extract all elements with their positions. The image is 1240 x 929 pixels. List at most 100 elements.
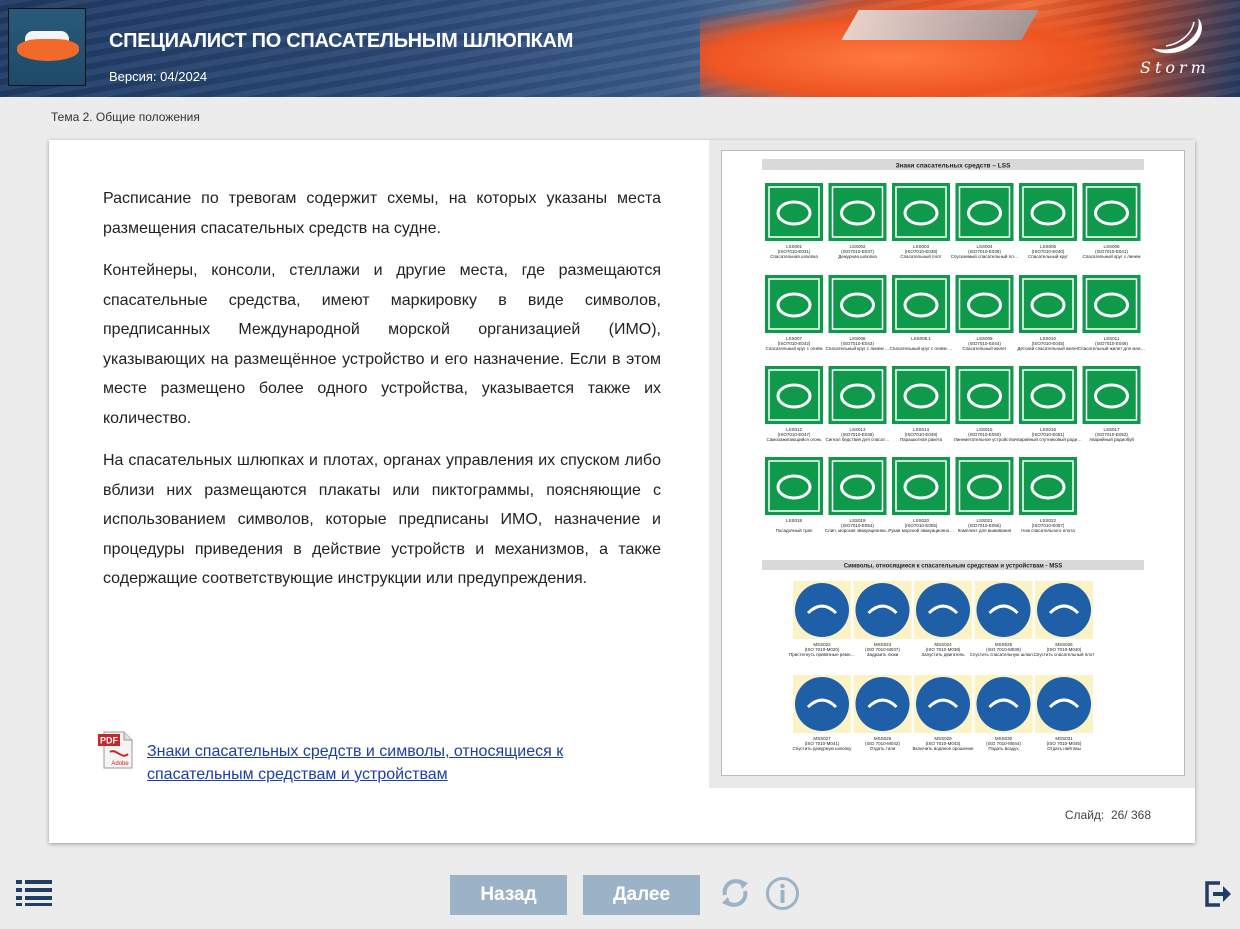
lss-sign-name: Слип, морская эвакуационна… xyxy=(825,528,890,533)
lss-sign-icon xyxy=(1019,457,1077,515)
lss-sign-name: Сигнал бедствия для спасат… xyxy=(825,437,889,442)
course-thumbnail xyxy=(8,8,86,86)
lss-sign-name: Спускаемый спасательный пл… xyxy=(951,253,1019,259)
lss-sign-icon xyxy=(955,183,1014,241)
mss-sign-name: Подать воздух xyxy=(988,746,1019,751)
lss-sign-icon xyxy=(955,275,1014,333)
paragraph: Контейнеры, консоли, стеллажи и другие м… xyxy=(103,262,661,427)
lss-sign-icon xyxy=(1019,183,1077,241)
slide-counter-total: 368 xyxy=(1130,808,1151,822)
mss-sign-icon xyxy=(855,583,910,637)
pdf-document-link[interactable]: Знаки спасательных средств и символы, от… xyxy=(147,740,667,786)
lss-sign-name: Рукав морской эвакуационно… xyxy=(888,527,954,533)
lss-sign-icon xyxy=(1019,366,1077,424)
lss-sign-name: Спасательный жилет xyxy=(962,345,1006,351)
mss-sign-icon xyxy=(855,677,910,731)
lss-sign-name: Дежурная шлюпка xyxy=(838,254,877,259)
pdf-icon-sublabel: Adobe xyxy=(111,761,129,767)
slide-text: Расписание по тревогам содержит схемы, н… xyxy=(103,184,661,607)
lss-sign-name: Спасательный плот xyxy=(900,253,941,259)
lss-sign-name: Аварийный спутниковый ради… xyxy=(1014,436,1081,442)
lss-sign-icon xyxy=(828,457,887,515)
lss-sign-name: Нож спасательного плота xyxy=(1021,528,1075,533)
signs-sheet-page: Знаки спасательных средств – LSS LSS001 (I… xyxy=(721,150,1185,776)
lss-sign-icon xyxy=(765,275,823,333)
lss-sign-icon xyxy=(1019,275,1077,333)
lss-sign-name: Спасательный круг с огнём xyxy=(766,345,823,351)
lss-sign-icon xyxy=(892,366,950,424)
lss-sign-icon xyxy=(765,183,823,241)
mss-sign-name: Задраить люки xyxy=(867,652,899,657)
mss-sign-icon xyxy=(916,677,970,731)
breadcrumb: Тема 2. Общие положения xyxy=(51,110,200,124)
lss-sign-icon xyxy=(828,275,887,333)
mss-sign-name: Включить водяное орошение xyxy=(912,746,974,751)
lss-sign-name: Парашютная ракета xyxy=(900,437,943,442)
lss-sign-name: Посадочный трап xyxy=(776,527,813,533)
lss-sign-name: Самозажигающийся огонь xyxy=(767,436,823,442)
lss-sign-code: LSS018 xyxy=(786,518,803,523)
back-button[interactable]: Назад xyxy=(450,875,567,915)
mss-sign-name: Спустить дежурную шлюпку xyxy=(793,746,853,751)
lss-sign-icon xyxy=(1082,183,1141,241)
paragraph: Расписание по тревогам содержит схемы, н… xyxy=(103,190,661,237)
lss-sign-name: Спасательная шлюпка xyxy=(770,254,818,259)
lss-sign-icon xyxy=(892,183,950,241)
lss-sign-icon xyxy=(765,366,823,424)
lss-sign-icon xyxy=(892,275,950,333)
slide-counter: Слайд: 26/ 368 xyxy=(1064,808,1151,822)
mss-sign-icon xyxy=(795,677,849,731)
lss-sign-icon xyxy=(765,457,823,515)
course-title: СПЕЦИАЛИСТ ПО СПАСАТЕЛЬНЫМ ШЛЮПКАМ xyxy=(109,30,574,52)
slide-counter-current: 26 xyxy=(1110,808,1125,822)
pdf-icon-label: PDF xyxy=(100,736,119,746)
storm-logo-text: Storm xyxy=(1140,58,1210,77)
lss-sign-name: Аварийный радиобуй xyxy=(1089,436,1134,442)
lss-title: Знаки спасательных средств – LSS xyxy=(896,163,1012,170)
header-lifeboat-highlight xyxy=(841,10,1039,40)
lss-sign-icon xyxy=(828,183,887,241)
pdf-icon[interactable]: PDF Adobe xyxy=(98,730,136,770)
paragraph: На спасательных шлюпках и плотах, органа… xyxy=(103,452,661,587)
exit-icon[interactable] xyxy=(1204,880,1232,908)
header-banner: СПЕЦИАЛИСТ ПО СПАСАТЕЛЬНЫМ ШЛЮПКАМ Верси… xyxy=(0,0,1240,97)
mss-title: Символы, относящиеся к спасательным сред… xyxy=(844,563,1062,570)
mss-sign-name: Запустить двигатель xyxy=(921,652,965,657)
mss-sign-icon xyxy=(976,677,1031,731)
lss-sign-icon xyxy=(955,366,1014,424)
lss-sign-name: Спасательный круг с линем … xyxy=(826,345,890,351)
lss-sign-name: Спасательный круг xyxy=(1028,253,1068,259)
lss-sign-name: Детский спасательный жилет xyxy=(1017,345,1078,351)
slide-counter-label: Слайд: xyxy=(1064,808,1105,822)
refresh-icon[interactable] xyxy=(717,875,753,911)
lss-sign-name: Спасательный круг с огнём … xyxy=(890,345,953,351)
mss-sign-name: Пристегнуть привязные ремн… xyxy=(789,652,855,657)
mss-sign-icon xyxy=(1037,583,1091,637)
lss-sign-icon xyxy=(828,366,887,424)
mss-sign-name: Отдать тали xyxy=(870,746,896,751)
thumbnail-lifeboat-hull xyxy=(17,39,79,61)
navigation-bar: Назад Далее xyxy=(0,865,1240,929)
mss-sign-name: Спустить спасательный плот xyxy=(1034,651,1095,657)
mss-sign-icon xyxy=(795,583,849,637)
lss-sign-icon xyxy=(1082,366,1141,424)
lss-sign-name: Спасательный круг с линем xyxy=(1083,253,1141,259)
lss-sign-name: Линеметательное устройство xyxy=(954,436,1016,442)
mss-sign-icon xyxy=(976,583,1031,637)
mss-sign-icon xyxy=(916,583,970,637)
lss-sign-icon xyxy=(1082,275,1141,333)
lss-sign-name: Спасательный жилет для мла… xyxy=(1078,345,1145,351)
signs-document-preview: Знаки спасательных средств – LSS LSS001 (I… xyxy=(709,140,1195,788)
mss-sign-name: Отдать найтовы xyxy=(1047,745,1081,751)
slide-card: Расписание по тревогам содержит схемы, н… xyxy=(49,140,1195,843)
menu-list-icon[interactable] xyxy=(16,880,54,906)
course-version: Версия: 04/2024 xyxy=(109,69,208,84)
info-icon[interactable] xyxy=(765,876,800,911)
mss-sign-name: Спустить спасательную шлюп… xyxy=(970,652,1037,657)
mss-sign-icon xyxy=(1037,677,1091,731)
lss-sign-code: LSS008.1 xyxy=(911,336,931,341)
lss-sign-icon xyxy=(892,457,950,515)
lss-sign-icon xyxy=(955,457,1014,515)
lss-sign-name: Комплект для выживания xyxy=(958,528,1012,533)
next-button[interactable]: Далее xyxy=(583,875,700,915)
